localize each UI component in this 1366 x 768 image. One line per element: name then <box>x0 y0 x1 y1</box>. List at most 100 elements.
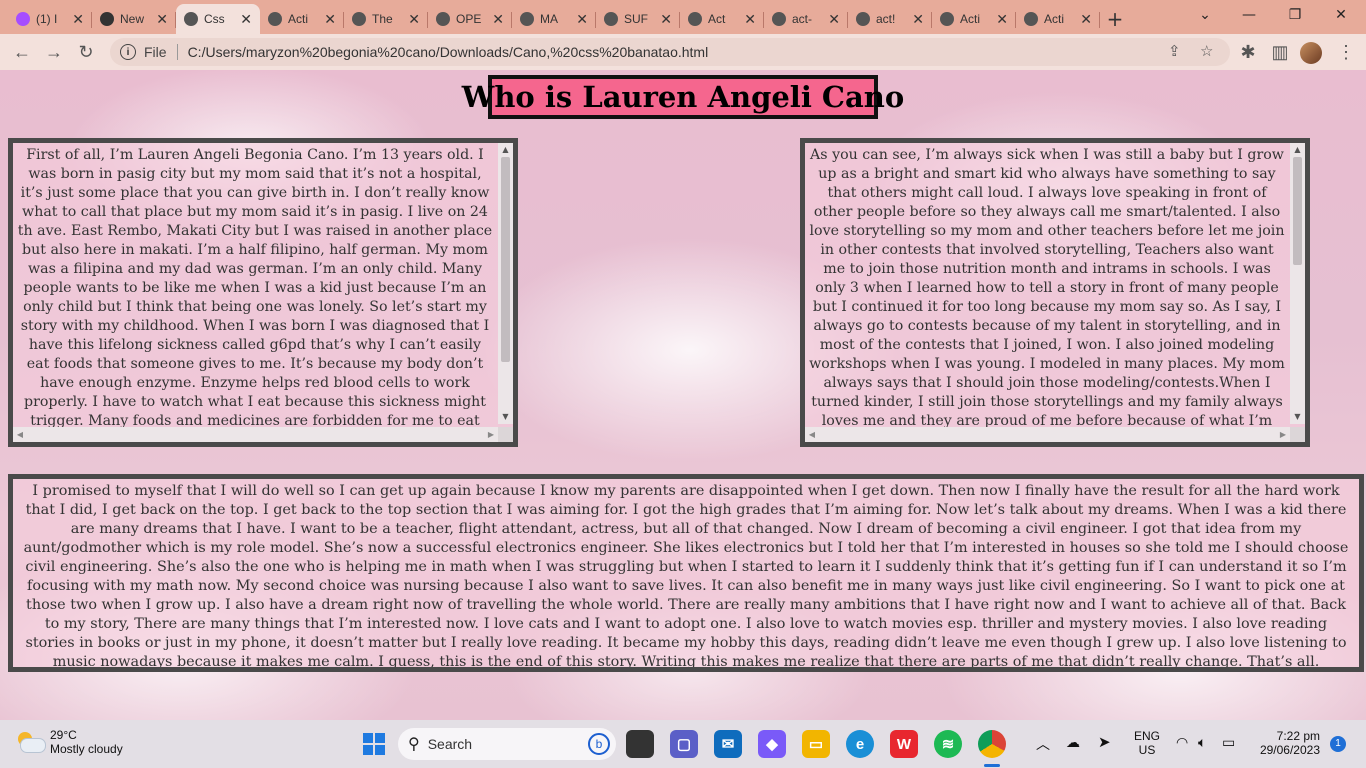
forward-button[interactable]: → <box>38 36 70 68</box>
weather-widget[interactable]: 29°C Mostly cloudy <box>16 728 123 756</box>
scroll-up-arrow-icon[interactable]: ▲ <box>1290 143 1305 157</box>
clock-date: 29/06/2023 <box>1259 743 1320 757</box>
browser-tab[interactable]: New ✕ <box>92 4 176 34</box>
tab-separator <box>1099 12 1100 28</box>
globe-icon <box>856 12 870 26</box>
tab-title: SUF <box>624 12 648 26</box>
reload-button[interactable]: ↻ <box>70 36 102 68</box>
close-tab-icon[interactable]: ✕ <box>156 11 168 28</box>
start-button[interactable] <box>360 730 388 758</box>
story-box-talents[interactable]: As you can see, I’m always sick when I w… <box>800 138 1310 447</box>
wifi-icon[interactable]: ◠ <box>1176 734 1188 751</box>
chrome-icon[interactable] <box>978 730 1006 758</box>
wps-icon[interactable]: W <box>890 730 918 758</box>
browser-tab[interactable]: Acti ✕ <box>260 4 344 34</box>
close-tab-icon[interactable]: ✕ <box>492 11 504 28</box>
scroll-right-arrow-icon[interactable]: ▶ <box>484 427 498 442</box>
close-tab-icon[interactable]: ✕ <box>72 11 84 28</box>
tab-list: (1) I ✕ New ✕ Css ✕ Acti ✕ The ✕ OPE ✕ MA ✕ SUF ✕ Act ✕ ac… <box>0 4 1100 34</box>
story-box-childhood[interactable]: First of all, I’m Lauren Angeli Begonia … <box>8 138 518 447</box>
browser-tab[interactable]: Act ✕ <box>680 4 764 34</box>
language-code: ENG <box>1134 729 1161 743</box>
new-tab-button[interactable]: + <box>1100 4 1130 34</box>
tab-title: OPE <box>456 12 482 26</box>
url-text[interactable]: C:/Users/maryzon%20begonia%20cano/Downlo… <box>188 44 709 60</box>
scrollbar-thumb[interactable] <box>1293 157 1302 265</box>
scroll-left-arrow-icon[interactable]: ◀ <box>805 427 819 442</box>
close-tab-icon[interactable]: ✕ <box>408 11 420 28</box>
show-hidden-icons-chevron-icon[interactable]: ︿ <box>1036 734 1050 754</box>
volume-icon[interactable]: 🔈︎ <box>1198 734 1206 751</box>
browser-tab[interactable]: (1) I ✕ <box>8 4 92 34</box>
notification-badge[interactable]: 1 <box>1330 736 1346 752</box>
network-status-icon[interactable]: ☁ <box>1066 734 1080 751</box>
browser-tab[interactable]: act- ✕ <box>764 4 848 34</box>
clock-time: 7:22 pm <box>1276 729 1320 743</box>
browser-tab[interactable]: MA ✕ <box>512 4 596 34</box>
location-arrow-icon[interactable]: ➤ <box>1098 733 1111 751</box>
profile-avatar[interactable] <box>1300 42 1322 64</box>
task-view-icon[interactable] <box>626 730 654 758</box>
bookmark-star-icon[interactable]: ☆ <box>1200 42 1213 60</box>
browser-tab[interactable]: act! ✕ <box>848 4 932 34</box>
browser-tab[interactable]: Acti ✕ <box>932 4 1016 34</box>
language-indicator[interactable]: ENG US <box>1134 729 1160 757</box>
globe-icon <box>688 12 702 26</box>
close-tab-icon[interactable]: ✕ <box>240 11 252 28</box>
tab-title: Act <box>708 12 726 26</box>
file-explorer-icon[interactable]: ▭ <box>802 730 830 758</box>
address-bar[interactable]: i File C:/Users/maryzon%20begonia%20cano… <box>110 38 1230 66</box>
browser-tab[interactable]: OPE ✕ <box>428 4 512 34</box>
close-tab-icon[interactable]: ✕ <box>828 11 840 28</box>
browser-tab[interactable]: Css ✕ <box>176 4 260 34</box>
teams-chat-icon[interactable]: ▢ <box>670 730 698 758</box>
close-tab-icon[interactable]: ✕ <box>996 11 1008 28</box>
battery-icon[interactable]: ▭ <box>1222 734 1235 751</box>
weather-temp: 29°C <box>50 728 77 742</box>
share-icon[interactable]: ⇪ <box>1168 42 1181 60</box>
close-tab-icon[interactable]: ✕ <box>744 11 756 28</box>
info-icon[interactable]: i <box>120 44 136 60</box>
globe-icon <box>604 12 618 26</box>
menu-kebab-icon[interactable]: ⋮ <box>1330 36 1362 68</box>
region-code: US <box>1138 743 1156 757</box>
clock[interactable]: 7:22 pm 29/06/2023 <box>1256 729 1320 757</box>
restore-button[interactable]: ❐ <box>1272 0 1318 30</box>
vertical-scrollbar[interactable]: ▲ ▼ <box>498 143 513 424</box>
close-window-button[interactable]: ✕ <box>1318 0 1364 30</box>
scrollbar-thumb[interactable] <box>501 157 510 362</box>
close-tab-icon[interactable]: ✕ <box>660 11 672 28</box>
minimize-button[interactable]: — <box>1226 0 1272 30</box>
edge-icon[interactable]: e <box>846 730 874 758</box>
vertical-scrollbar[interactable]: ▲ ▼ <box>1290 143 1305 424</box>
scroll-right-arrow-icon[interactable]: ▶ <box>1276 427 1290 442</box>
copilot-icon[interactable]: ◆ <box>758 730 786 758</box>
spotify-icon[interactable]: ≋ <box>934 730 962 758</box>
taskbar-search[interactable]: ⚲ Search b <box>398 728 616 760</box>
scroll-down-arrow-icon[interactable]: ▼ <box>498 410 513 424</box>
close-tab-icon[interactable]: ✕ <box>1080 11 1092 28</box>
back-button[interactable]: ← <box>6 36 38 68</box>
scroll-down-arrow-icon[interactable]: ▼ <box>1290 410 1305 424</box>
horizontal-scrollbar[interactable]: ◀ ▶ <box>805 427 1290 442</box>
browser-tab[interactable]: SUF ✕ <box>596 4 680 34</box>
search-placeholder: Search <box>427 736 473 752</box>
close-tab-icon[interactable]: ✕ <box>576 11 588 28</box>
browser-tab[interactable]: Acti ✕ <box>1016 4 1100 34</box>
browser-tab[interactable]: The ✕ <box>344 4 428 34</box>
tab-strip: (1) I ✕ New ✕ Css ✕ Acti ✕ The ✕ OPE ✕ MA ✕ SUF ✕ Act ✕ ac… <box>0 0 1366 34</box>
bing-icon[interactable]: b <box>588 733 610 755</box>
tab-title: New <box>120 12 145 26</box>
tab-search-icon[interactable]: ⌄ <box>1182 0 1228 30</box>
story-box-dreams: I promised to myself that I will do well… <box>8 474 1364 672</box>
side-panel-icon[interactable]: ▥ <box>1264 36 1296 68</box>
scroll-left-arrow-icon[interactable]: ◀ <box>13 427 27 442</box>
horizontal-scrollbar[interactable]: ◀ ▶ <box>13 427 498 442</box>
close-tab-icon[interactable]: ✕ <box>324 11 336 28</box>
extensions-icon[interactable]: ✱ <box>1232 36 1264 68</box>
mail-icon[interactable]: ✉ <box>714 730 742 758</box>
active-app-indicator <box>984 764 1000 767</box>
tab-title: Acti <box>960 12 981 26</box>
close-tab-icon[interactable]: ✕ <box>912 11 924 28</box>
scroll-up-arrow-icon[interactable]: ▲ <box>498 143 513 157</box>
